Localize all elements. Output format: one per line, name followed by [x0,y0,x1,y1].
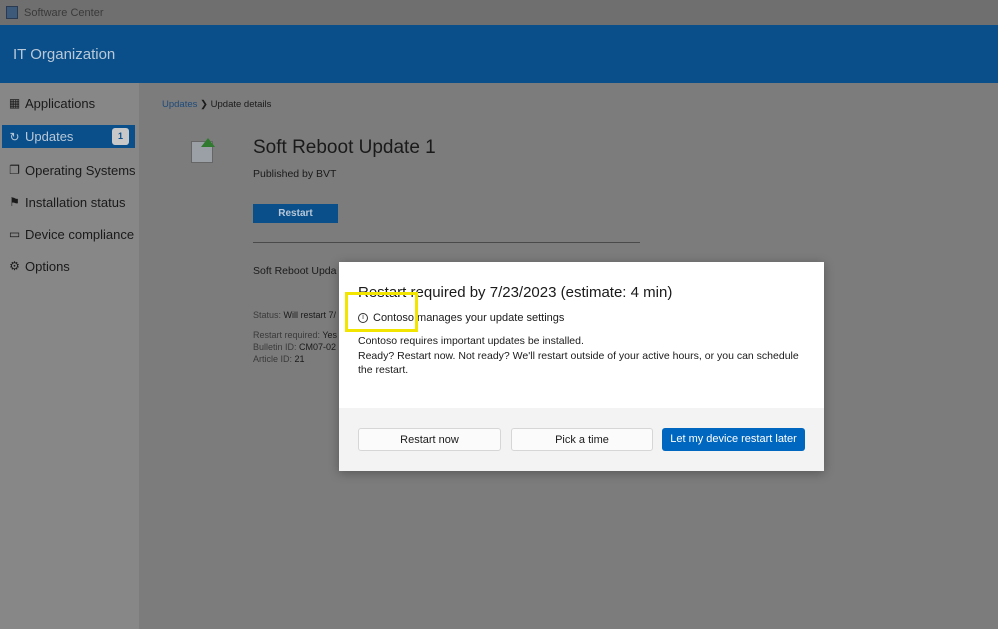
sidebar-item-applications[interactable]: ▦ Applications [0,87,139,119]
sidebar-item-installation-status[interactable]: ⚑ Installation status [0,186,139,218]
update-package-icon [191,138,215,163]
restart-required-label: Restart required: [253,330,321,340]
article-value: 21 [294,354,305,364]
breadcrumb-updates-link[interactable]: Updates [162,99,197,110]
chevron-right-icon: ❯ [200,99,208,110]
dialog-line-1: Contoso requires important updates be in… [358,335,584,347]
restart-now-button[interactable]: Restart now [358,428,501,451]
sidebar-item-options[interactable]: ⚙ Options [0,250,139,282]
breadcrumb-current: Update details [210,99,272,110]
sidebar-item-label: Options [25,258,70,274]
restart-required-row: Restart required: Yes [253,330,337,340]
sidebar-item-label: Applications [25,95,96,111]
page-title: Soft Reboot Update 1 [253,137,436,158]
sidebar-item-operating-systems[interactable]: ❐ Operating Systems [0,154,139,186]
bulletin-row: Bulletin ID: CM07-02 [253,342,336,352]
restart-button[interactable]: Restart [253,204,338,223]
dialog-footer: Restart now Pick a time Let my device re… [339,408,824,471]
sidebar-item-label: Operating Systems [25,162,136,178]
sidebar-item-label: Device compliance [25,226,135,242]
updates-count-badge: 1 [112,128,129,145]
bulletin-value: CM07-02 [299,342,337,352]
sidebar-item-label: Updates [25,129,74,144]
window-title: Software Center [24,6,104,19]
pick-a-time-button[interactable]: Pick a time [511,428,653,451]
status-row: Status: Will restart 7/ [253,310,336,320]
sidebar: ▦ Applications ↻ Updates 1 ❐ Operating Syste… [0,83,139,629]
restart-later-button[interactable]: Let my device restart later [662,428,805,451]
annotation-highlight-box [345,292,418,332]
device-check-icon: ▭ [8,227,21,241]
publisher: Published by BVT [253,168,337,180]
title-bar: Software Center [0,0,998,25]
article-row: Article ID: 21 [253,354,305,364]
gear-icon: ⚙ [9,259,20,273]
refresh-icon: ↻ [9,129,20,144]
status-label: Status: [253,310,282,320]
software-center-icon [6,6,18,19]
sidebar-item-updates[interactable]: ↻ Updates 1 [2,125,135,148]
sidebar-item-label: Installation status [25,194,126,210]
sidebar-item-device-compliance[interactable]: ▭ Device compliance [0,218,139,250]
bulletin-label: Bulletin ID: [253,342,297,352]
status-value: Will restart 7/ [283,310,337,320]
breadcrumb: Updates ❯ Update details [162,99,271,110]
org-header: IT Organization [0,25,998,83]
flag-icon: ⚑ [9,195,20,209]
windows-stack-icon: ❐ [9,163,20,177]
article-label: Article ID: [253,354,293,364]
restart-required-value: Yes [322,330,338,340]
grid-icon: ▦ [8,96,21,110]
divider [253,242,640,243]
dialog-line-2: Ready? Restart now. Not ready? We'll res… [358,349,799,377]
update-subtitle: Soft Reboot Upda [253,265,337,277]
dialog-body: Contoso requires important updates be in… [358,334,808,378]
org-name: IT Organization [13,46,116,63]
